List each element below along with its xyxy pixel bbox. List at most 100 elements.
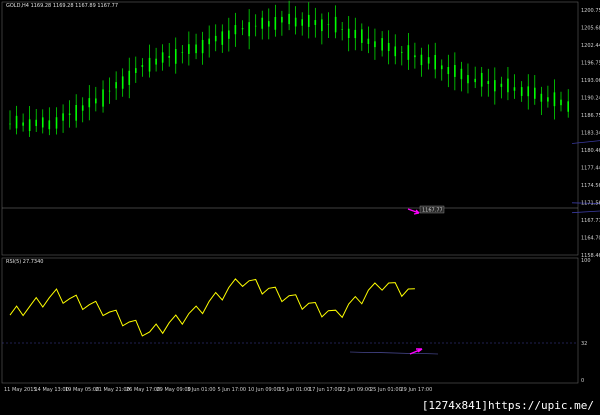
candle-body — [381, 38, 383, 51]
candle-body — [201, 39, 204, 54]
candle-body — [494, 80, 496, 92]
candle-body — [141, 65, 144, 67]
candle-body — [500, 83, 503, 87]
trendline — [571, 210, 600, 214]
candle-body — [115, 82, 117, 89]
candle-body — [334, 16, 337, 33]
price-tick-label: 1193.06 — [581, 78, 600, 84]
candle-body — [314, 20, 317, 25]
candle-body — [195, 44, 197, 54]
candle-body — [447, 66, 450, 75]
candle-body — [440, 65, 443, 70]
price-tick-label: 1183.34 — [581, 131, 600, 137]
candle-body — [460, 68, 463, 80]
candle-body — [174, 49, 177, 64]
candle-body — [513, 87, 516, 91]
candle-body — [354, 29, 357, 39]
candle-body — [527, 86, 530, 97]
rsi-tick-label: 32 — [581, 341, 587, 347]
time-axis: 11 May 201514 May 13:0019 May 05:0021 Ma… — [4, 387, 432, 393]
price-tick-label: 1167.77 — [581, 218, 600, 224]
candle-body — [9, 123, 11, 125]
price-arrow-icon — [407, 208, 420, 215]
candle-body — [367, 38, 370, 44]
candle-body — [480, 72, 483, 87]
candle-body — [347, 28, 350, 38]
candle-body — [188, 44, 190, 54]
candle-body — [414, 55, 416, 58]
candle-body — [474, 78, 476, 83]
candle-body — [520, 87, 523, 96]
candle-body — [55, 117, 58, 129]
time-tick-label: 14 May 13:00 — [35, 387, 69, 393]
candle-body — [407, 45, 410, 60]
time-tick-label: 15 Jun 01:00 — [279, 387, 311, 393]
candle-body — [553, 92, 556, 107]
candle-body — [134, 68, 137, 73]
candle-body — [301, 19, 304, 26]
candle-body — [75, 104, 77, 121]
candles — [9, 0, 570, 137]
candle-body — [208, 38, 210, 45]
candle-body — [28, 119, 31, 132]
candle-body — [15, 115, 18, 129]
candle-body — [540, 93, 543, 102]
candle-body — [88, 98, 91, 108]
candle-body — [387, 42, 390, 52]
candle-body — [161, 52, 164, 63]
rsi-tick-label: 100 — [581, 258, 591, 264]
candle-body — [128, 70, 131, 85]
candle-body — [294, 17, 297, 27]
candle-body — [121, 76, 124, 89]
price-tick-label: 1174.56 — [581, 183, 600, 189]
candle-body — [41, 117, 44, 128]
price-tick-label: 1205.68 — [581, 26, 600, 32]
candle-body — [400, 51, 403, 53]
candle-body — [307, 14, 310, 27]
candle-body — [221, 31, 224, 45]
candle-body — [427, 57, 430, 64]
candle-body — [214, 35, 217, 42]
symbol-info: GOLD,H4 1169.28 1169.28 1167.89 1167.77 — [6, 3, 118, 9]
price-tick-label: 1190.24 — [581, 96, 600, 102]
candle-body — [267, 21, 270, 27]
price-tick-label: 1200.75 — [581, 8, 600, 14]
time-tick-label: 17 Jun 17:00 — [309, 387, 341, 393]
candle-body — [361, 29, 363, 43]
time-tick-label: 25 Jun 01:00 — [370, 387, 402, 393]
candle-body — [254, 25, 257, 27]
time-tick-label: 22 Jun 09:00 — [340, 387, 372, 393]
candle-body — [81, 105, 84, 111]
time-tick-label: 11 May 2015 — [4, 387, 37, 393]
candle-body — [507, 78, 509, 93]
trading-chart[interactable]: GOLD,H4 1169.28 1169.28 1167.89 1167.77 … — [0, 0, 600, 415]
rsi-tick-label: 0 — [581, 378, 584, 384]
candle-body — [321, 19, 323, 32]
candle-body — [560, 99, 562, 106]
price-tick-label: 1186.75 — [581, 113, 600, 119]
candle-body — [241, 28, 244, 30]
time-tick-label: 29 Jun 17:00 — [401, 387, 433, 393]
candle-body — [288, 13, 290, 25]
candle-body — [248, 22, 250, 37]
candle-body — [533, 87, 536, 99]
candle-body — [487, 81, 490, 84]
candle-body — [155, 58, 157, 65]
candle-body — [148, 57, 151, 72]
candle-body — [62, 113, 64, 121]
rsi-line — [9, 278, 415, 337]
candle-body — [168, 56, 171, 58]
candle-body — [420, 54, 423, 66]
candle-body — [341, 29, 343, 30]
price-tick-label: 1180.46 — [581, 148, 600, 154]
rsi-frame — [1, 257, 579, 384]
candle-body — [567, 101, 570, 112]
price-axis: 1200.75 1205.68 1202.44 1196.75 1193.06 1190.… — [581, 8, 600, 259]
price-tick-label: 1196.75 — [581, 61, 600, 67]
candle-body — [281, 16, 283, 23]
candle-body — [261, 17, 264, 29]
candle-body — [434, 54, 437, 70]
price-tick-label: 1171.56 — [581, 201, 600, 207]
time-tick-label: 26 May 17:00 — [126, 387, 160, 393]
candle-body — [48, 120, 51, 130]
